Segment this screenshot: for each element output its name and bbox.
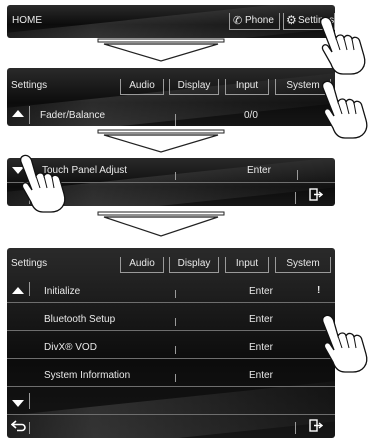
exit-icon[interactable]: [309, 188, 323, 201]
exclamation-icon: !: [317, 285, 321, 296]
list-item-label: System Information: [44, 370, 131, 381]
row-divider: [7, 386, 335, 387]
tab-display[interactable]: Display: [169, 79, 219, 95]
divider: [175, 346, 176, 354]
funnel-arrow-icon: [97, 211, 225, 237]
pointing-hand-icon: [319, 16, 366, 75]
settings-panel-step4: Settings Audio Display Input System Init…: [7, 248, 335, 438]
exit-icon[interactable]: [309, 419, 323, 432]
list-item-enter[interactable]: Enter: [249, 370, 273, 382]
triangle-up-icon[interactable]: [12, 287, 24, 294]
phone-button[interactable]: ✆ Phone: [229, 13, 280, 30]
funnel-arrow-icon: [97, 129, 225, 153]
list-item-label: Initialize: [44, 286, 81, 297]
list-item-enter[interactable]: Enter: [249, 286, 273, 298]
divider: [175, 172, 176, 180]
pointing-hand-icon: [321, 314, 368, 373]
list-item-label: Bluetooth Setup: [44, 314, 116, 325]
gear-icon: ⚙: [286, 13, 297, 27]
phone-label: Phone: [245, 15, 274, 26]
row-divider: [7, 358, 335, 359]
funnel-arrow-icon: [97, 38, 225, 62]
divider: [297, 170, 298, 180]
tab-system[interactable]: System: [275, 257, 331, 273]
tab-audio[interactable]: Audio: [120, 79, 164, 95]
pointing-hand-icon: [19, 154, 66, 213]
back-arrow-icon[interactable]: [11, 419, 27, 432]
list-item-enter[interactable]: Enter: [249, 342, 273, 354]
phone-icon: ✆: [233, 15, 243, 27]
divider: [29, 106, 30, 124]
divider: [295, 422, 296, 434]
triangle-down-icon[interactable]: [12, 400, 24, 407]
settings-panel-step2: Settings Audio Display Input System Fade…: [7, 68, 335, 126]
home-screen-panel: HOME ✆ Phone ⚙ Settings: [7, 5, 335, 38]
pointing-hand-icon: [321, 80, 368, 139]
list-item-enter[interactable]: Enter: [249, 314, 273, 326]
divider: [29, 393, 30, 409]
divider: [295, 192, 296, 204]
divider: [29, 282, 30, 296]
triangle-up-icon[interactable]: [12, 110, 24, 117]
settings-title: Settings: [11, 80, 48, 91]
row-divider: [7, 414, 335, 415]
tab-display[interactable]: Display: [169, 257, 219, 273]
tab-audio[interactable]: Audio: [120, 257, 164, 273]
home-label: HOME: [12, 15, 42, 26]
fader-balance-label: Fader/Balance: [40, 110, 106, 121]
divider: [175, 374, 176, 382]
list-item-label: DivX® VOD: [44, 342, 97, 353]
tab-input[interactable]: Input: [225, 79, 269, 95]
tab-input[interactable]: Input: [225, 257, 269, 273]
row-divider: [7, 330, 335, 331]
divider: [175, 114, 176, 126]
touch-panel-adjust-enter[interactable]: Enter: [247, 165, 271, 177]
divider: [175, 290, 176, 298]
divider: [29, 422, 30, 434]
row-divider: [7, 302, 335, 303]
settings-title: Settings: [11, 258, 48, 269]
divider: [175, 318, 176, 326]
fader-balance-value: 0/0: [244, 110, 258, 121]
